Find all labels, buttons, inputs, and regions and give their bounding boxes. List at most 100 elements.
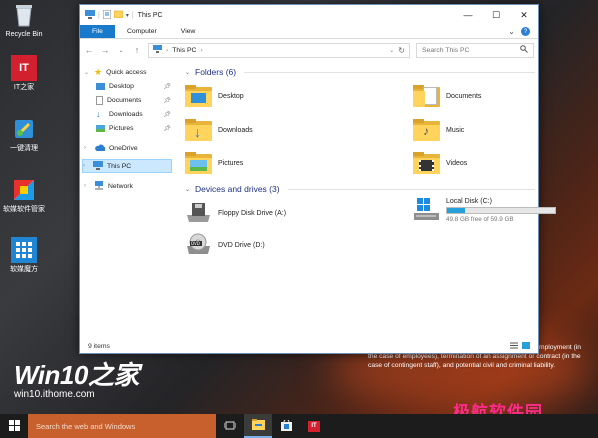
minimize-button[interactable]: — xyxy=(454,5,482,25)
store-icon xyxy=(280,418,292,433)
collapse-chevron-icon[interactable]: ⌄ xyxy=(185,69,191,76)
star-icon: ★ xyxy=(94,66,103,77)
ithome-icon: IT xyxy=(11,55,37,81)
folder-label: Music xyxy=(446,126,465,134)
tab-view[interactable]: View xyxy=(169,25,208,38)
search-box[interactable]: Search This PC xyxy=(416,42,534,58)
large-icons-view-icon[interactable] xyxy=(522,341,530,351)
divider xyxy=(287,188,535,190)
brand-watermark: Win10之家 win10.ithome.com xyxy=(14,362,139,401)
file-explorer-icon xyxy=(251,418,265,432)
pictures-folder-icon xyxy=(96,124,105,132)
nav-network[interactable]: › Network xyxy=(84,179,175,193)
brand-url: win10.ithome.com xyxy=(14,389,95,400)
collapse-chevron-icon[interactable]: ⌄ xyxy=(185,186,191,193)
customize-toolbar-icon[interactable]: ▾ xyxy=(126,12,129,19)
pin-icon[interactable]: 📌︎ xyxy=(163,111,171,118)
taskbar-file-explorer[interactable] xyxy=(244,414,272,438)
folder-label: Desktop xyxy=(218,92,244,100)
folder-videos[interactable]: Videos xyxy=(413,152,467,174)
forward-arrow-icon[interactable]: → xyxy=(100,45,110,55)
nav-quick-access-label: Quick access xyxy=(106,68,147,76)
cleaner-icon xyxy=(11,116,37,142)
nav-network-label: Network xyxy=(108,182,133,190)
properties-icon[interactable] xyxy=(102,9,112,21)
expand-arrow-icon[interactable]: › xyxy=(84,183,90,189)
expand-arrow-icon[interactable]: › xyxy=(84,145,90,151)
documents-folder-icon xyxy=(96,95,103,105)
address-bar[interactable]: › This PC › ⌄ ↻ xyxy=(148,42,410,58)
desktop-icon-cleaner[interactable]: 一键清理 xyxy=(2,116,46,153)
rubik-cube-icon xyxy=(11,237,37,263)
taskbar-ithome[interactable]: IT xyxy=(300,414,328,438)
nav-item-desktop[interactable]: Desktop 📌︎ xyxy=(96,79,175,93)
expand-arrow-icon[interactable]: ⌄ xyxy=(84,69,90,76)
nav-this-pc[interactable]: › This PC xyxy=(82,159,172,173)
ithome-icon: IT xyxy=(308,420,320,432)
folder-music[interactable]: ♪ Music xyxy=(413,119,464,141)
local-disk-icon xyxy=(413,197,440,223)
help-icon[interactable]: ? xyxy=(521,27,530,36)
desktop-icon-ithome[interactable]: IT IT之家 xyxy=(2,55,46,92)
maximize-button[interactable]: ☐ xyxy=(482,5,510,25)
nav-item-documents[interactable]: Documents 📌︎ xyxy=(96,93,175,107)
desktop-icon-software-manager[interactable]: 软媒软件管家 xyxy=(2,177,46,214)
folder-downloads[interactable]: ↓ Downloads xyxy=(185,119,253,141)
window-title: This PC xyxy=(137,11,163,19)
nav-onedrive[interactable]: › OneDrive xyxy=(84,141,175,155)
address-dropdown-icon[interactable]: ⌄ xyxy=(389,47,394,54)
recycle-bin-icon xyxy=(11,2,37,28)
pin-icon[interactable]: 📌︎ xyxy=(163,83,171,90)
title-bar[interactable]: | ▾ | This PC — ☐ ✕ xyxy=(80,5,538,25)
drive-dvd[interactable]: DVD DVD Drive (D:) xyxy=(185,233,265,257)
quick-access-toolbar: | ▾ | xyxy=(85,9,134,21)
recent-locations-icon[interactable]: ⌄ xyxy=(116,47,126,54)
expand-ribbon-icon[interactable]: ⌄ xyxy=(508,27,515,36)
taskbar-search-box[interactable]: Search the web and Windows xyxy=(28,414,216,438)
svg-text:DVD: DVD xyxy=(191,241,200,246)
folders-group-title: Folders (6) xyxy=(195,67,237,77)
network-icon xyxy=(94,180,104,192)
desktop-icon-label: Recycle Bin xyxy=(5,31,43,38)
breadcrumb-this-pc[interactable]: This PC xyxy=(172,47,196,54)
expand-arrow-icon[interactable]: › xyxy=(83,163,89,169)
desktop-icon-rubik[interactable]: 软媒魔方 xyxy=(2,237,46,274)
drive-usage-bar xyxy=(446,206,556,214)
task-view-button[interactable] xyxy=(216,414,244,438)
desktop-icon-recycle-bin[interactable]: Recycle Bin xyxy=(2,2,46,39)
folder-desktop[interactable]: Desktop xyxy=(185,85,244,107)
folder-pictures[interactable]: Pictures xyxy=(185,152,243,174)
close-button[interactable]: ✕ xyxy=(510,5,538,25)
new-folder-icon[interactable] xyxy=(113,10,124,20)
windows-logo-icon xyxy=(8,419,20,433)
drive-floppy[interactable]: Floppy Disk Drive (A:) xyxy=(185,201,286,225)
drive-label: Floppy Disk Drive (A:) xyxy=(218,209,287,217)
details-view-icon[interactable] xyxy=(510,342,518,351)
nav-item-downloads[interactable]: ↓ Downloads 📌︎ xyxy=(96,107,175,121)
taskbar: Search the web and Windows IT xyxy=(0,414,598,438)
drive-details: Local Disk (C:) 49.8 GB free of 59.9 GB xyxy=(446,198,556,223)
folders-group-header[interactable]: ⌄ Folders (6) xyxy=(185,67,535,77)
start-button[interactable] xyxy=(0,414,28,438)
back-arrow-icon[interactable]: ← xyxy=(84,45,94,55)
desktop-folder-icon xyxy=(96,82,105,90)
up-arrow-icon[interactable]: ↑ xyxy=(132,45,142,55)
folder-documents[interactable]: Documents xyxy=(413,85,481,107)
breadcrumb-chevron-icon[interactable]: › xyxy=(200,47,202,54)
drive-label: Local Disk (C:) xyxy=(446,197,492,205)
devices-group-header[interactable]: ⌄ Devices and drives (3) xyxy=(185,184,535,194)
brand-title: Win10之家 xyxy=(14,360,139,390)
nav-quick-access[interactable]: ⌄ ★ Quick access xyxy=(84,65,175,79)
pin-icon[interactable]: 📌︎ xyxy=(163,97,171,104)
refresh-icon[interactable]: ↻ xyxy=(398,46,405,55)
tab-file[interactable]: File xyxy=(80,25,115,38)
cloud-icon xyxy=(94,144,106,153)
nav-item-pictures[interactable]: Pictures 📌︎ xyxy=(96,121,175,135)
desktop-icon-label: 软媒魔方 xyxy=(10,266,38,273)
folder-label: Documents xyxy=(446,92,482,100)
taskbar-store[interactable] xyxy=(272,414,300,438)
tab-computer[interactable]: Computer xyxy=(115,25,169,38)
dvd-drive-icon: DVD xyxy=(185,233,212,257)
drive-local-c[interactable]: Local Disk (C:) 49.8 GB free of 59.9 GB xyxy=(413,197,556,223)
pin-icon[interactable]: 📌︎ xyxy=(163,125,171,132)
